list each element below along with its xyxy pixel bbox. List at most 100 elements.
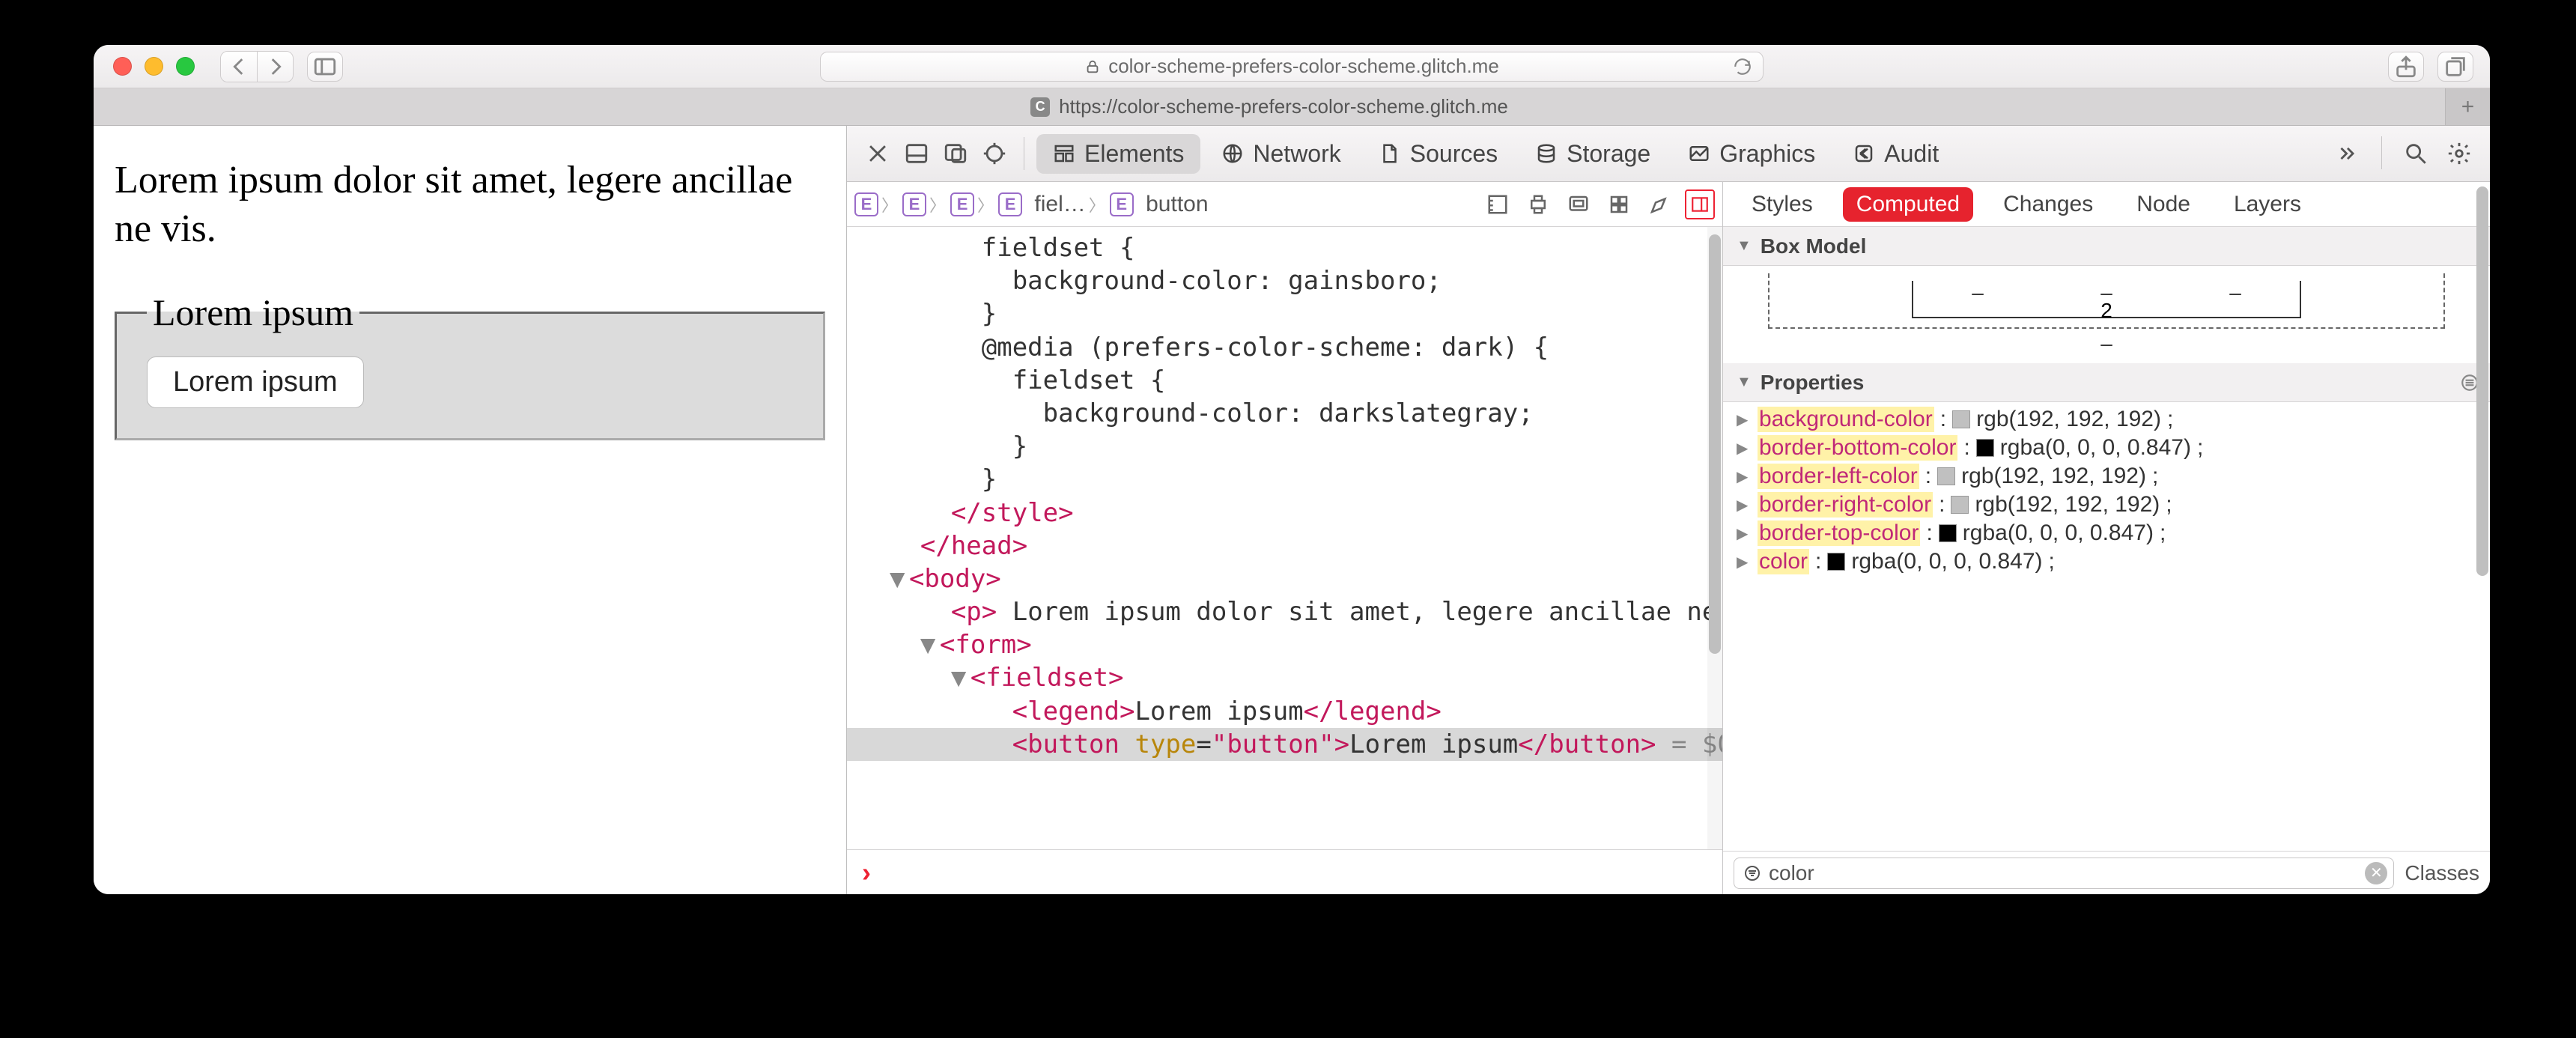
close-devtools-button[interactable] [860, 136, 895, 171]
dom-tree[interactable]: fieldset { background-color: gainsboro; … [847, 227, 1722, 849]
browser-tab[interactable]: C https://color-scheme-prefers-color-sch… [94, 88, 2445, 125]
graphics-icon [1688, 142, 1710, 165]
force-state-icon[interactable] [1564, 189, 1594, 219]
tab-network[interactable]: Network [1205, 134, 1357, 174]
forward-button[interactable] [257, 52, 293, 82]
body-paragraph: Lorem ipsum dolor sit amet, legere ancil… [115, 156, 825, 253]
tab-node[interactable]: Node [2123, 187, 2204, 222]
rulers-icon[interactable] [1483, 189, 1513, 219]
color-swatch-icon[interactable] [1952, 410, 1970, 428]
crumb-tools [1483, 189, 1715, 219]
crumb-4[interactable]: E button [1110, 192, 1209, 217]
dom-line: } [847, 430, 1722, 463]
devtools-left-pane: E〉 E〉 E〉 E fiel…〉 E button [847, 182, 1723, 894]
minimize-window-button[interactable] [145, 57, 163, 76]
color-swatch-icon[interactable] [1939, 524, 1957, 542]
back-button[interactable] [221, 52, 257, 82]
disclosure-triangle-icon: ▼ [1737, 237, 1752, 255]
tab-changes[interactable]: Changes [1990, 187, 2106, 222]
dock-bottom-icon[interactable] [899, 136, 934, 171]
sidebar-toggle-button[interactable] [307, 52, 343, 82]
dom-line: </head> [847, 529, 1722, 562]
property-value: rgb(192, 192, 192) [1975, 492, 2160, 518]
color-swatch-icon[interactable] [1937, 467, 1955, 485]
target-icon[interactable] [977, 136, 1012, 171]
console-prompt-icon: › [862, 857, 871, 888]
crumb-4-label: button [1146, 192, 1208, 217]
dom-line-selected: <button type="button">Lorem ipsum</butto… [847, 728, 1722, 761]
fullscreen-window-button[interactable] [176, 57, 195, 76]
crumb-2[interactable]: E〉 [950, 192, 994, 216]
search-button[interactable] [2399, 136, 2433, 171]
audit-icon [1853, 142, 1875, 165]
page-button[interactable]: Lorem ipsum [147, 356, 364, 408]
property-name: border-left-color [1758, 464, 1919, 489]
tab-elements[interactable]: Elements [1036, 134, 1200, 174]
new-tab-button[interactable]: + [2445, 88, 2490, 125]
share-button[interactable] [2388, 52, 2424, 82]
tab-computed[interactable]: Computed [1843, 187, 1973, 222]
tab-elements-label: Elements [1084, 140, 1184, 168]
dom-scrollbar[interactable] [1707, 227, 1722, 849]
print-styles-icon[interactable] [1523, 189, 1553, 219]
dom-line: } [847, 463, 1722, 496]
tab-layers[interactable]: Layers [2220, 187, 2315, 222]
property-name: background-color [1758, 407, 1934, 432]
tab-network-label: Network [1253, 140, 1340, 168]
tab-audit[interactable]: Audit [1836, 134, 1955, 174]
property-row[interactable]: ▶border-left-color: rgb(192, 192, 192); [1723, 462, 2490, 491]
network-icon [1221, 142, 1244, 165]
property-value: rgb(192, 192, 192) [1961, 464, 2146, 489]
box-model-header[interactable]: ▼ Box Model [1723, 227, 2490, 266]
overflow-tabs-button[interactable] [2330, 136, 2365, 171]
tab-sources[interactable]: Sources [1362, 134, 1514, 174]
dom-line: fieldset { [847, 231, 1722, 264]
dom-breadcrumbs: E〉 E〉 E〉 E fiel…〉 E button [847, 182, 1722, 227]
filter-input[interactable]: color ✕ [1734, 858, 2394, 889]
tab-graphics[interactable]: Graphics [1671, 134, 1832, 174]
properties-header[interactable]: ▼ Properties [1723, 363, 2490, 402]
tabs-overview-button[interactable] [2437, 52, 2473, 82]
disclosure-triangle-icon: ▶ [1737, 410, 1752, 429]
tab-styles[interactable]: Styles [1738, 187, 1826, 222]
address-bar[interactable]: color-scheme-prefers-color-scheme.glitch… [820, 52, 1764, 82]
crumb-1[interactable]: E〉 [902, 192, 946, 216]
favicon-icon: C [1030, 97, 1050, 117]
crumb-3[interactable]: E fiel…〉 [998, 192, 1105, 217]
color-swatch-icon[interactable] [1976, 439, 1994, 457]
disclosure-triangle-icon: ▶ [1737, 467, 1752, 486]
element-badge-icon: E [854, 192, 878, 216]
right-scrollbar[interactable] [2475, 182, 2490, 452]
property-row[interactable]: ▶border-bottom-color: rgba(0, 0, 0, 0.84… [1723, 434, 2490, 462]
clear-filter-button[interactable]: ✕ [2365, 862, 2387, 884]
tab-audit-label: Audit [1884, 140, 1939, 168]
grid-overlay-icon[interactable] [1604, 189, 1634, 219]
page-fieldset: Lorem ipsum Lorem ipsum [115, 291, 825, 440]
property-row[interactable]: ▶color: rgba(0, 0, 0, 0.847); [1723, 547, 2490, 576]
classes-button[interactable]: Classes [2405, 861, 2479, 885]
compositing-borders-icon[interactable] [1685, 189, 1715, 219]
titlebar: color-scheme-prefers-color-scheme.glitch… [94, 45, 2490, 88]
paint-flashing-icon[interactable] [1644, 189, 1674, 219]
dom-line: <p> Lorem ipsum dolor sit amet, legere a… [847, 595, 1722, 628]
property-name: border-right-color [1758, 492, 1933, 518]
tab-sources-label: Sources [1410, 140, 1498, 168]
lock-icon [1084, 58, 1101, 75]
property-value: rgb(192, 192, 192) [1976, 407, 2161, 432]
devtools: Elements Network Sources Storage Graphic… [846, 126, 2490, 894]
property-row[interactable]: ▶background-color: rgb(192, 192, 192); [1723, 405, 2490, 434]
devtools-right-pane: Styles Computed Changes Node Layers ▼ Bo… [1723, 182, 2490, 894]
color-swatch-icon[interactable] [1951, 496, 1969, 514]
close-window-button[interactable] [113, 57, 132, 76]
color-swatch-icon[interactable] [1827, 553, 1845, 571]
dom-line: ▼<body> [847, 562, 1722, 595]
dock-side-icon[interactable] [938, 136, 973, 171]
property-row[interactable]: ▶border-right-color: rgb(192, 192, 192); [1723, 491, 2490, 519]
property-name: border-bottom-color [1758, 435, 1957, 461]
crumb-0[interactable]: E〉 [854, 192, 898, 216]
property-row[interactable]: ▶border-top-color: rgba(0, 0, 0, 0.847); [1723, 519, 2490, 547]
console-bar[interactable]: › [847, 849, 1722, 894]
tab-storage[interactable]: Storage [1519, 134, 1667, 174]
settings-button[interactable] [2442, 136, 2476, 171]
reload-button[interactable] [1733, 57, 1752, 76]
